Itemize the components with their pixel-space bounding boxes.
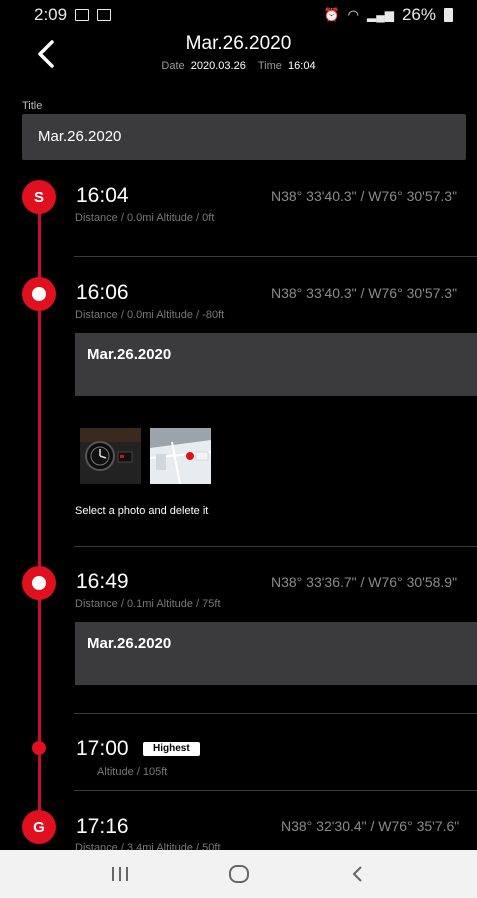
recent-apps-icon — [111, 867, 128, 881]
entry-stats: Altitude / 105ft — [97, 766, 168, 778]
entry-coordinates: N38° 32'30.4" / W76° 35'7.6" — [281, 818, 460, 834]
entry-time: 17:00 — [76, 737, 129, 760]
title-label: Title — [22, 100, 43, 112]
home-button[interactable] — [219, 854, 259, 894]
back-chevron-icon — [352, 866, 362, 882]
entry-coordinates: N38° 33'40.3" / W76° 30'57.3" — [271, 285, 458, 301]
system-nav-bar — [0, 850, 477, 898]
page-title: Mar.26.2020 — [185, 33, 292, 54]
header-subtitle: Date 2020.03.26 Time 16:04 — [0, 60, 477, 72]
divider — [74, 546, 477, 547]
wifi-icon: ◠ — [347, 7, 359, 22]
memo-box[interactable]: Mar.26.2020 — [75, 333, 477, 396]
highest-badge: Highest — [143, 742, 200, 756]
date-value: 2020.03.26 — [190, 60, 246, 72]
entry-coordinates: N38° 33'40.3" / W76° 30'57.3" — [271, 188, 458, 204]
photo-delete-hint: Select a photo and delete it — [75, 505, 209, 517]
memo-box[interactable]: Mar.26.2020 — [75, 622, 477, 685]
status-time: 2:09 — [34, 5, 68, 24]
entry-coordinates: N38° 33'36.7" / W76° 30'58.9" — [271, 574, 458, 590]
recent-apps-button[interactable] — [100, 854, 140, 894]
entry-stats: Distance / 0.1mi Altitude / 75ft — [75, 598, 221, 610]
entry-time: 16:49 — [76, 570, 129, 593]
time-value: 16:04 — [288, 60, 316, 72]
battery-percent: 26% — [401, 5, 436, 24]
time-label: Time — [257, 60, 282, 72]
title-input[interactable]: Mar.26.2020 — [22, 114, 466, 160]
header: Mar.26.2020 Date 2020.03.26 Time 16:04 — [0, 30, 477, 90]
photo-thumbnail-watch[interactable] — [80, 428, 141, 484]
status-bar: 2:09 ⏰ ◠ ▂▄▆ 26% — [0, 0, 477, 30]
photo-thumbnail-map[interactable] — [150, 428, 211, 484]
map-photo-image — [150, 428, 211, 484]
date-label: Date — [161, 60, 185, 72]
entry-time: 16:04 — [76, 184, 129, 207]
divider — [74, 713, 477, 714]
signal-icon: ▂▄▆ — [367, 8, 394, 22]
entry-time: 17:16 — [76, 815, 129, 838]
battery-icon — [444, 8, 453, 22]
start-marker: S — [22, 180, 56, 214]
entry-stats: Distance / 0.0mi Altitude / -80ft — [75, 309, 225, 321]
waypoint-marker[interactable] — [22, 277, 56, 311]
image-icon — [97, 9, 112, 21]
status-right: ⏰ ◠ ▂▄▆ 26% — [323, 5, 453, 25]
mail-icon — [75, 9, 90, 21]
divider — [74, 790, 477, 791]
alarm-icon: ⏰ — [323, 7, 340, 22]
goal-marker: G — [22, 810, 56, 844]
watch-photo-image — [80, 428, 141, 484]
home-icon — [228, 865, 249, 883]
divider — [74, 256, 477, 257]
entry-time: 16:06 — [76, 281, 129, 304]
system-back-button[interactable] — [338, 854, 378, 894]
entry-stats: Distance / 0.0mi Altitude / 0ft — [75, 212, 215, 224]
waypoint-marker[interactable] — [22, 566, 56, 600]
status-left: 2:09 — [34, 5, 112, 25]
highest-point-marker[interactable] — [32, 741, 46, 755]
